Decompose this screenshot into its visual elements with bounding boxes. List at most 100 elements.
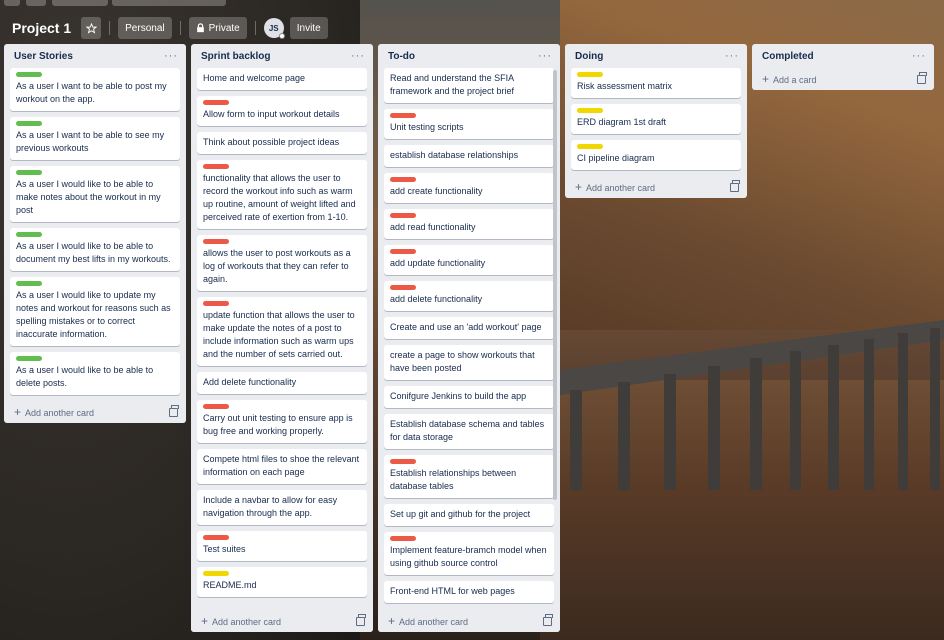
card[interactable]: add delete functionality [384, 281, 554, 311]
boards-icon[interactable] [26, 0, 46, 6]
card-label-yellow[interactable] [577, 108, 603, 113]
member-avatar[interactable]: JS [263, 18, 285, 39]
card-label-yellow[interactable] [577, 144, 603, 149]
card-template-icon[interactable] [730, 179, 740, 192]
card[interactable]: Think about possible project ideas [197, 132, 367, 154]
card-label-yellow[interactable] [203, 571, 229, 576]
card[interactable]: ERD diagram 1st draft [571, 104, 741, 134]
card[interactable]: Allow form to input workout details [197, 96, 367, 126]
card-label-red[interactable] [203, 164, 229, 169]
list-title[interactable]: Sprint backlog [201, 51, 270, 62]
card-label-red[interactable] [203, 535, 229, 540]
card[interactable]: Unit testing scripts [384, 109, 554, 139]
list-scrollbar[interactable] [553, 70, 557, 500]
card-label-red[interactable] [390, 459, 416, 464]
plus-icon: + [14, 405, 22, 419]
card-label-red[interactable] [203, 301, 229, 306]
card[interactable]: create a page to show workouts that have… [384, 345, 554, 380]
card[interactable]: Read and understand the SFIA framework a… [384, 68, 554, 103]
list-menu-icon[interactable]: ··· [351, 50, 365, 62]
list-sprint-backlog[interactable]: Sprint backlog ··· Home and welcome page Al… [191, 44, 373, 632]
card[interactable]: As a user I would like to update my note… [10, 277, 180, 346]
add-card-button[interactable]: + Add another card [378, 610, 560, 632]
add-card-button[interactable]: + Add another card [565, 176, 747, 198]
list-completed[interactable]: Completed ··· + Add a card [752, 44, 934, 90]
card[interactable]: Create and use an 'add workout' page [384, 317, 554, 339]
list-user-stories[interactable]: User Stories ··· As a user I want to be ab… [4, 44, 186, 423]
add-card-button[interactable]: + Add another card [191, 610, 373, 632]
card[interactable]: As a user I want to be able to see my pr… [10, 117, 180, 160]
list-menu-icon[interactable]: ··· [725, 50, 739, 62]
card-label-green[interactable] [16, 356, 42, 361]
viaduct-image [560, 320, 944, 490]
card-label-green[interactable] [16, 281, 42, 286]
card-label-red[interactable] [390, 536, 416, 541]
card-label-red[interactable] [390, 177, 416, 182]
list-doing[interactable]: Doing ··· Risk assessment matrix ERD diagra… [565, 44, 747, 198]
card-label-red[interactable] [390, 213, 416, 218]
card[interactable]: Carry out unit testing to ensure app is … [197, 400, 367, 443]
list-title[interactable]: Completed [762, 51, 814, 62]
card[interactable]: establish database relationships [384, 145, 554, 167]
card-label-yellow[interactable] [577, 72, 603, 77]
card-label-red[interactable] [203, 404, 229, 409]
add-card-button[interactable]: + Add another card [4, 401, 186, 423]
card[interactable]: Include a navbar to allow for easy navig… [197, 490, 367, 525]
card-label-green[interactable] [16, 232, 42, 237]
card[interactable]: add update functionality [384, 245, 554, 275]
card[interactable]: add create functionality [384, 173, 554, 203]
card[interactable]: Front-end HTML for web pages [384, 581, 554, 603]
list-menu-icon[interactable]: ··· [538, 50, 552, 62]
list-title[interactable]: To-do [388, 51, 415, 62]
card[interactable]: Risk assessment matrix [571, 68, 741, 98]
card[interactable]: update function that allows the user to … [197, 297, 367, 366]
card[interactable]: Home and welcome page [197, 68, 367, 90]
home-icon[interactable] [4, 0, 20, 6]
list-to-do[interactable]: To-do ··· Read and understand the SFIA fra… [378, 44, 560, 632]
card[interactable]: add read functionality [384, 209, 554, 239]
card[interactable]: As a user I would like to be able to mak… [10, 166, 180, 222]
card[interactable]: Establish relationships between database… [384, 455, 554, 498]
list-title[interactable]: Doing [575, 51, 603, 62]
card-label-red[interactable] [203, 100, 229, 105]
card-label-green[interactable] [16, 72, 42, 77]
card[interactable]: As a user I would like to be able to del… [10, 352, 180, 395]
card[interactable]: Implement feature-bramch model when usin… [384, 532, 554, 575]
personal-team-button[interactable]: Personal [118, 17, 172, 39]
card-label-red[interactable] [390, 249, 416, 254]
card-label-green[interactable] [16, 121, 42, 126]
card[interactable]: Add delete functionality [197, 372, 367, 394]
card-title: Unit testing scripts [390, 122, 464, 132]
add-card-button[interactable]: + Add a card [752, 68, 934, 90]
card[interactable]: As a user I would like to be able to doc… [10, 228, 180, 271]
card-template-icon[interactable] [356, 613, 366, 626]
card[interactable]: Test suites [197, 531, 367, 561]
card-template-icon[interactable] [543, 613, 553, 626]
card[interactable]: As a user I want to be able to post my w… [10, 68, 180, 111]
list-title[interactable]: User Stories [14, 51, 73, 62]
board-title[interactable]: Project 1 [8, 20, 75, 36]
list-menu-icon[interactable]: ··· [164, 50, 178, 62]
card[interactable]: Conifgure Jenkins to build the app [384, 386, 554, 408]
plus-icon: + [762, 72, 770, 86]
card[interactable]: CI pipeline diagram [571, 140, 741, 170]
card-label-red[interactable] [390, 285, 416, 290]
list-menu-icon[interactable]: ··· [912, 50, 926, 62]
card[interactable]: functionality that allows the user to re… [197, 160, 367, 229]
card[interactable]: Set up git and github for the project [384, 504, 554, 526]
card-label-red[interactable] [390, 113, 416, 118]
invite-button[interactable]: Invite [289, 17, 328, 39]
search-input[interactable] [112, 0, 226, 6]
visibility-button[interactable]: Private [188, 17, 247, 39]
card-template-icon[interactable] [917, 71, 927, 84]
card-template-icon[interactable] [169, 404, 179, 417]
star-button[interactable] [81, 17, 102, 39]
card[interactable]: Establish database schema and tables for… [384, 414, 554, 449]
card[interactable]: README.md [197, 567, 367, 597]
card-label-red[interactable] [203, 239, 229, 244]
card-title: ERD diagram 1st draft [577, 117, 667, 127]
card[interactable]: allows the user to post workouts as a lo… [197, 235, 367, 291]
card[interactable]: Compete html files to shoe the relevant … [197, 449, 367, 484]
boards-button[interactable] [52, 0, 108, 6]
card-label-green[interactable] [16, 170, 42, 175]
